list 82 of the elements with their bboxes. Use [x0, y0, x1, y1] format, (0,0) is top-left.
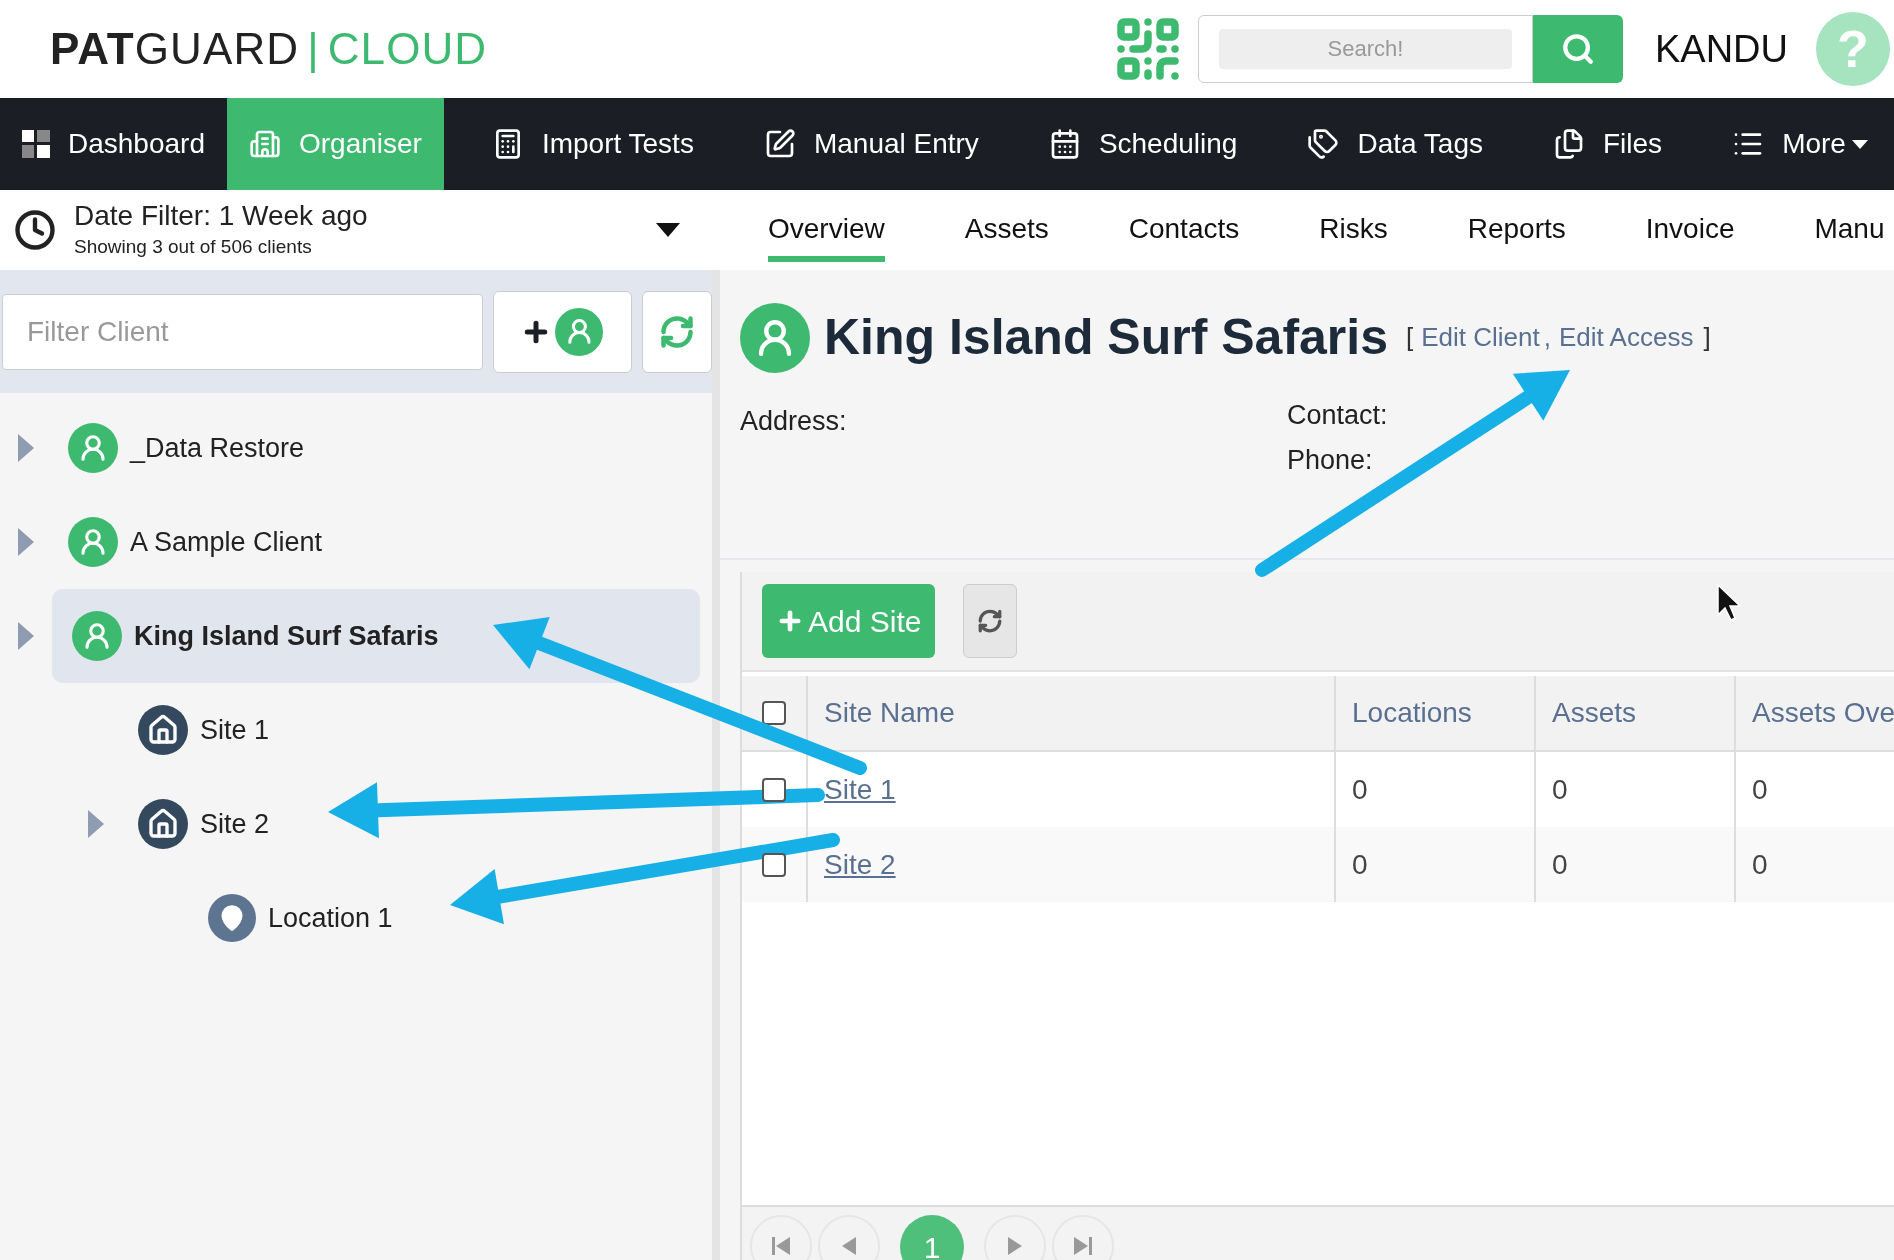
nav-tab[interactable]: Scheduling	[1026, 98, 1260, 190]
contact-label: Contact:	[1287, 399, 1388, 432]
house-icon	[138, 705, 188, 755]
date-filter-label[interactable]: Date Filter: 1 Week ago	[74, 198, 368, 234]
building-icon	[249, 128, 281, 160]
site-link[interactable]: Site 2	[824, 843, 896, 886]
client-title: King Island Surf Safaris	[824, 308, 1388, 367]
row-checkbox[interactable]	[762, 852, 786, 877]
bracket: ]	[1703, 321, 1711, 354]
row-checkbox[interactable]	[762, 777, 786, 802]
refresh-icon	[977, 608, 1004, 634]
map-pin-icon	[208, 894, 256, 942]
search-button[interactable]	[1532, 15, 1623, 83]
expand-caret-icon[interactable]	[88, 810, 104, 838]
section-tab[interactable]: Contacts	[1128, 198, 1240, 262]
separator: ,	[1543, 321, 1551, 354]
previous-icon	[842, 1237, 856, 1255]
section-tab[interactable]: Risks	[1319, 198, 1388, 262]
username[interactable]: KANDU	[1654, 20, 1788, 78]
logo: PATGUARD | CLOUD	[50, 23, 488, 75]
caret-icon	[1851, 139, 1868, 149]
bracket: [	[1406, 321, 1414, 354]
nav-tab[interactable]: Files	[1531, 98, 1685, 190]
section-tab[interactable]: Overview	[768, 198, 885, 262]
select-all-checkbox[interactable]	[762, 701, 786, 725]
column-header[interactable]: Assets	[1552, 692, 1637, 734]
table-cell-text: 0	[1752, 772, 1768, 807]
client-count: Showing 3 out of 506 clients	[74, 235, 313, 260]
expand-caret-icon[interactable]	[18, 434, 34, 462]
nav-tab[interactable]: Import Tests	[469, 98, 716, 190]
refresh-icon	[659, 313, 696, 350]
dropdown-caret-icon[interactable]	[656, 223, 680, 237]
last-page-button[interactable]	[1052, 1215, 1114, 1260]
section-tab[interactable]: Invoice	[1645, 198, 1735, 262]
expand-caret-icon[interactable]	[18, 622, 34, 650]
nav-tab[interactable]: Manual Entry	[741, 98, 1001, 190]
expand-caret-icon[interactable]	[18, 528, 34, 556]
column-header[interactable]: Assets Ove	[1752, 692, 1894, 734]
search-field[interactable]: Search!	[1197, 15, 1533, 83]
first-page-icon	[772, 1237, 790, 1255]
tree-item[interactable]: Site 2	[138, 777, 700, 871]
filter-client-field[interactable]: Filter Client	[2, 293, 483, 370]
site-link[interactable]: Site 1	[824, 768, 896, 811]
phone-label: Phone:	[1287, 443, 1374, 477]
section-tab[interactable]: Reports	[1467, 198, 1566, 262]
tree-item[interactable]: Location 1	[208, 871, 700, 965]
section-tab[interactable]: Manu	[1814, 198, 1885, 262]
column-header[interactable]: Site Name	[824, 692, 955, 734]
edit-link[interactable]: Edit Access	[1559, 318, 1694, 357]
table-cell-text: 0	[1552, 772, 1568, 807]
first-page-button[interactable]	[750, 1215, 812, 1260]
section-tab[interactable]: Assets	[964, 198, 1049, 262]
previous-page-button[interactable]	[818, 1215, 880, 1260]
add-client-button[interactable]	[492, 290, 633, 373]
client-icon	[72, 611, 122, 661]
nav-tab[interactable]: Dashboard	[0, 98, 227, 190]
nav-tab[interactable]: Data Tags	[1285, 98, 1505, 190]
edit-link[interactable]: Edit Client	[1421, 318, 1540, 357]
house-icon	[138, 799, 188, 849]
tags-icon	[1307, 128, 1340, 160]
next-icon	[1008, 1237, 1022, 1255]
client-icon	[68, 517, 118, 567]
search-icon	[1560, 32, 1595, 66]
column-header[interactable]: Locations	[1352, 692, 1472, 734]
table-cell-text: 0	[1352, 847, 1368, 882]
client-icon	[68, 423, 118, 473]
address-label: Address:	[740, 405, 848, 438]
table-cell-text: 0	[1752, 847, 1768, 882]
refresh-button[interactable]	[963, 584, 1018, 658]
tree-item[interactable]: Site 1	[138, 683, 700, 777]
tree-item[interactable]: A Sample Client	[68, 495, 700, 589]
tree-item[interactable]: King Island Surf Safaris	[52, 589, 700, 683]
mouse-pointer-icon	[1717, 583, 1742, 621]
tree-item[interactable]: _Data Restore	[68, 401, 700, 495]
dashboard-icon	[22, 130, 50, 158]
table-cell-text: 0	[1352, 772, 1368, 807]
next-page-button[interactable]	[984, 1215, 1046, 1260]
table-cell-text: 0	[1552, 847, 1568, 882]
nav-tab[interactable]: More	[1710, 98, 1890, 190]
files-icon	[1553, 128, 1585, 160]
last-page-icon	[1074, 1237, 1092, 1255]
clock-icon	[14, 209, 56, 251]
